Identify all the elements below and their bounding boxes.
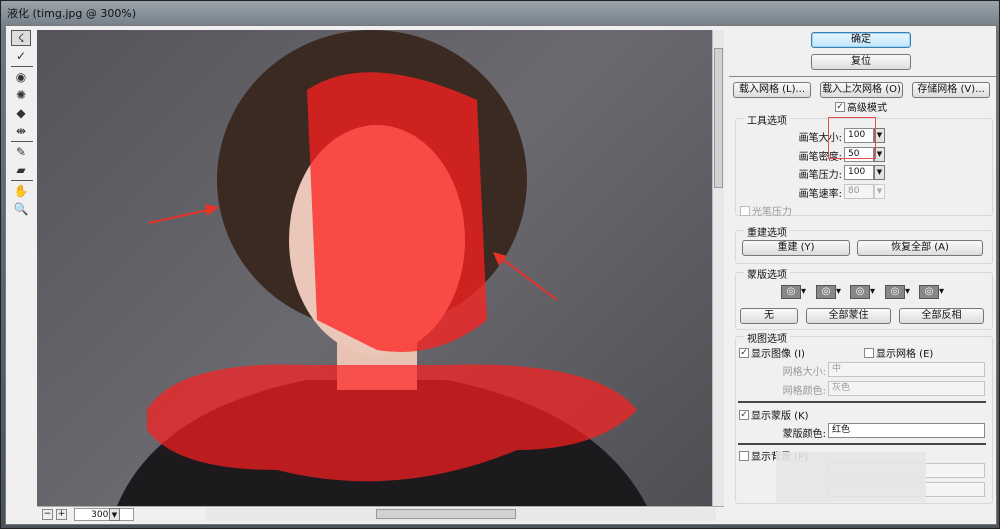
zoom-in-button[interactable]: +	[56, 509, 67, 520]
canvas-status-bar: − + 300% ▼	[37, 506, 724, 522]
mask-all-button[interactable]: 全部蒙住	[806, 308, 891, 324]
options-panel: 确定 复位 载入网格 (L)... 载入上次网格 (O) 存储网格 (V)...…	[729, 26, 996, 524]
tool-palette: ☇ ✓ ◉ ✺ ◆ ⇼ ✎ ▰ ✋ 🔍	[10, 28, 34, 219]
horizontal-scrollbar[interactable]	[206, 508, 716, 521]
invert-all-button[interactable]: 全部反相	[899, 308, 984, 324]
zoom-out-button[interactable]: −	[42, 509, 53, 520]
liquify-window: 液化 (timg.jpg @ 300%) ☇ ✓ ◉ ✺ ◆ ⇼ ✎ ▰ ✋ 🔍…	[0, 0, 1000, 529]
dialog-body: ☇ ✓ ◉ ✺ ◆ ⇼ ✎ ▰ ✋ 🔍 − + 300% ▼ 确定 复位 载入网…	[5, 25, 997, 525]
show-mask-checkbox[interactable]: ✓ 显示蒙版 (K)	[739, 407, 809, 422]
pucker-tool-icon[interactable]: ✺	[11, 87, 31, 103]
watermark-blur	[776, 452, 926, 502]
zoom-level[interactable]: 300%	[74, 508, 134, 521]
mesh-color-select: 灰色	[828, 381, 985, 396]
image-canvas[interactable]	[37, 30, 712, 506]
mask-color-select[interactable]: 红色	[828, 423, 985, 438]
ok-button[interactable]: 确定	[811, 32, 911, 48]
brush-rate-input: 80	[844, 184, 874, 199]
show-mesh-checkbox[interactable]: 显示网格 (E)	[864, 345, 933, 360]
reconstruct-tool-icon[interactable]: ✓	[11, 48, 31, 64]
mask-replace-icon[interactable]: ◎ ▾	[781, 285, 809, 299]
brush-rate-dropdown: ▼	[874, 184, 885, 199]
mask-options-group: 蒙版选项 ◎ ▾ ◎ ▾ ◎ ▾ ◎ ▾ ◎ ▾ 无 全部蒙住 全部反相	[735, 266, 993, 330]
mask-intersect-icon[interactable]: ◎ ▾	[885, 285, 913, 299]
twirl-tool-icon[interactable]: ◉	[11, 69, 31, 85]
hand-tool-icon[interactable]: ✋	[11, 183, 31, 199]
zoom-dropdown[interactable]: ▼	[109, 508, 120, 521]
bloat-tool-icon[interactable]: ◆	[11, 105, 31, 121]
mask-face	[307, 72, 487, 352]
mask-add-icon[interactable]: ◎ ▾	[816, 285, 844, 299]
mesh-size-select: 中	[828, 362, 985, 377]
brush-pressure-dropdown[interactable]: ▼	[874, 165, 885, 180]
zoom-tool-icon[interactable]: 🔍	[11, 201, 31, 217]
mask-subtract-icon[interactable]: ◎ ▾	[850, 285, 878, 299]
annotation-box	[828, 117, 876, 159]
reset-button[interactable]: 复位	[811, 54, 911, 70]
thaw-mask-tool-icon[interactable]: ▰	[11, 162, 31, 178]
photo-with-mask	[117, 30, 647, 506]
mask-none-button[interactable]: 无	[740, 308, 798, 324]
reconstruct-options-group: 重建选项 重建 (Y) 恢复全部 (A)	[735, 224, 993, 264]
window-title: 液化 (timg.jpg @ 300%)	[7, 7, 137, 20]
reconstruct-button[interactable]: 重建 (Y)	[742, 240, 850, 256]
push-left-tool-icon[interactable]: ⇼	[11, 123, 31, 139]
show-image-checkbox[interactable]: ✓ 显示图像 (I)	[739, 345, 805, 360]
freeze-mask-tool-icon[interactable]: ✎	[11, 144, 31, 160]
load-mesh-button[interactable]: 载入网格 (L)...	[733, 82, 811, 98]
view-options-group: 视图选项 ✓ 显示图像 (I) 显示网格 (E) 网格大小: 中 网格颜色: 灰色…	[735, 330, 993, 504]
tool-options-group: 工具选项 画笔大小: 100 ▼ 画笔密度: 50 ▼ 画笔压力: 100 ▼ …	[735, 112, 993, 218]
forward-warp-tool-icon[interactable]: ☇	[11, 30, 31, 46]
brush-pressure-input[interactable]: 100	[844, 165, 874, 180]
restore-all-button[interactable]: 恢复全部 (A)	[857, 240, 983, 256]
mask-invert-icon[interactable]: ◎ ▾	[919, 285, 947, 299]
vertical-scrollbar[interactable]	[712, 30, 724, 506]
arrow-right	[496, 254, 558, 301]
stylus-pressure-checkbox: 光笔压力	[740, 203, 792, 218]
save-mesh-button[interactable]: 存储网格 (V)...	[912, 82, 990, 98]
advanced-mode-checkbox[interactable]: ✓ 高级模式	[835, 99, 887, 114]
load-last-mesh-button[interactable]: 载入上次网格 (O)	[820, 82, 903, 98]
